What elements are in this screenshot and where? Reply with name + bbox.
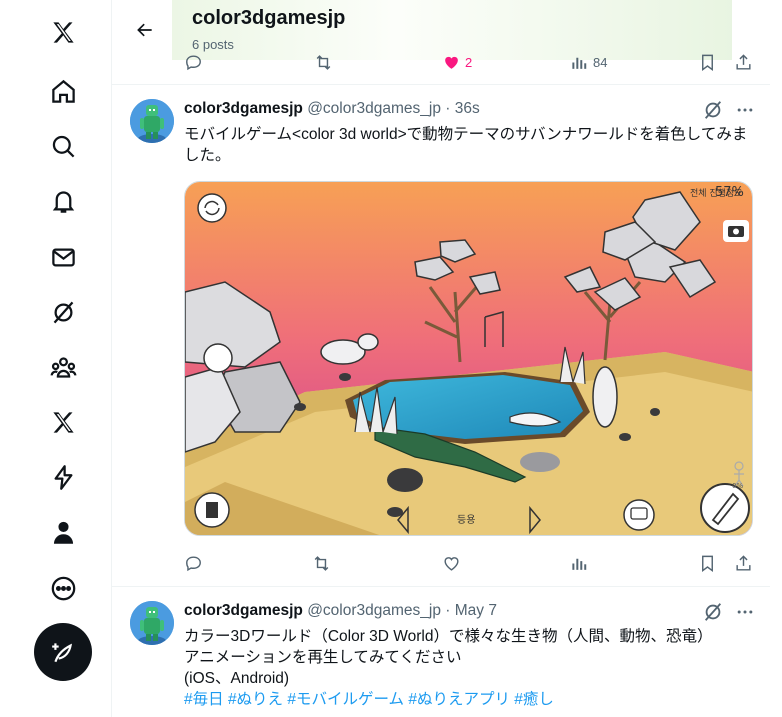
views-button[interactable]: 84 [570, 50, 607, 74]
views-chart-icon[interactable] [570, 551, 589, 575]
reply-icon[interactable] [184, 551, 203, 575]
timestamp[interactable]: 36s [455, 100, 480, 117]
more-options-circle-icon[interactable] [44, 569, 82, 607]
hashtag-link[interactable]: #毎日 [184, 691, 224, 708]
verified-orgs-lightning-icon[interactable] [44, 458, 82, 496]
like-icon[interactable] [442, 551, 461, 575]
post-text: モバイルゲーム<color 3d world>で動物テーマのサバンナワールドを着… [184, 126, 748, 164]
post-text-line: アニメーションを再生してみてください [184, 649, 462, 666]
separator: · [445, 602, 451, 619]
grok-icon[interactable] [44, 293, 82, 331]
post-text-line: (iOS、Android) [184, 670, 290, 687]
post-image[interactable]: 전체 진행정도 57% 등용 0% [184, 181, 753, 536]
hashtag-link[interactable]: #ぬりえ [228, 691, 283, 708]
communities-icon[interactable] [44, 348, 82, 386]
post-text: カラー3Dワールド（Color 3D World）で様々な生き物（人間、動物、恐… [184, 626, 754, 710]
like-count: 2 [465, 54, 473, 70]
x-logo-icon[interactable] [44, 13, 82, 51]
hashtags: #毎日 #ぬりえ #モバイルゲーム #ぬりえアプリ #癒し [184, 689, 754, 710]
messages-envelope-icon[interactable] [44, 238, 82, 276]
home-icon[interactable] [44, 72, 82, 110]
display-name[interactable]: color3dgamesjp [184, 602, 303, 619]
display-name[interactable]: color3dgamesjp [184, 100, 303, 117]
repost-icon[interactable] [312, 551, 331, 575]
left-navigation [0, 0, 112, 717]
more-options-icon[interactable] [734, 601, 756, 623]
post-animations[interactable]: color3dgamesjp @color3dgames_jp · May 7 … [112, 587, 770, 717]
back-arrow-icon[interactable] [128, 13, 162, 47]
heart-filled-icon [445, 56, 458, 69]
search-icon[interactable] [44, 127, 82, 165]
separator: · [445, 100, 451, 117]
compose-post-button[interactable] [34, 623, 92, 681]
post-header: color3dgamesjp @color3dgames_jp · May 7 [184, 602, 497, 620]
page-title: color3dgamesjp [192, 7, 346, 29]
more-options-icon[interactable] [734, 99, 756, 121]
post-header: color3dgamesjp @color3dgames_jp · 36s [184, 100, 480, 118]
avatar[interactable] [130, 99, 174, 143]
bookmark-icon[interactable] [698, 551, 717, 575]
timestamp[interactable]: May 7 [455, 602, 497, 619]
savanna-game-scene: 전체 진행정도 57% 등용 0% [185, 182, 752, 535]
previous-post-actions: 2 84 [184, 50, 760, 74]
views-chart-icon [572, 57, 587, 69]
profile-icon[interactable] [44, 513, 82, 551]
grok-explain-icon[interactable] [702, 601, 724, 623]
like-button-active[interactable]: 2 [442, 50, 472, 74]
view-count: 84 [593, 54, 608, 70]
progress-value: 57% [715, 185, 744, 200]
post-savanna[interactable]: color3dgamesjp @color3dgames_jp · 36s モバ… [112, 85, 770, 586]
robot-avatar-icon [130, 601, 174, 645]
handle[interactable]: @color3dgames_jp [307, 100, 441, 117]
hashtag-link[interactable]: #ぬりえアプリ [408, 691, 510, 708]
robot-avatar-icon [130, 99, 174, 143]
grok-explain-icon[interactable] [702, 99, 724, 121]
reply-icon[interactable] [184, 50, 203, 74]
hashtag-link[interactable]: #癒し [514, 691, 554, 708]
handle[interactable]: @color3dgames_jp [307, 602, 441, 619]
notifications-bell-icon[interactable] [44, 182, 82, 220]
main-column: color3dgamesjp 6 posts 2 84 color3dgames… [112, 0, 770, 717]
person-percent: 0% [732, 482, 743, 490]
hashtag-link[interactable]: #モバイルゲーム [287, 691, 404, 708]
bookmark-icon[interactable] [698, 50, 717, 74]
page-indicator: 등용 [457, 514, 475, 526]
post-actions [184, 551, 760, 575]
share-icon[interactable] [734, 50, 753, 74]
avatar[interactable] [130, 601, 174, 645]
feather-plus-icon [52, 643, 73, 663]
post-text-line: カラー3Dワールド（Color 3D World）で様々な生き物（人間、動物、恐… [184, 628, 713, 645]
x-premium-icon[interactable] [44, 403, 82, 441]
repost-icon[interactable] [314, 50, 333, 74]
share-icon[interactable] [734, 551, 753, 575]
